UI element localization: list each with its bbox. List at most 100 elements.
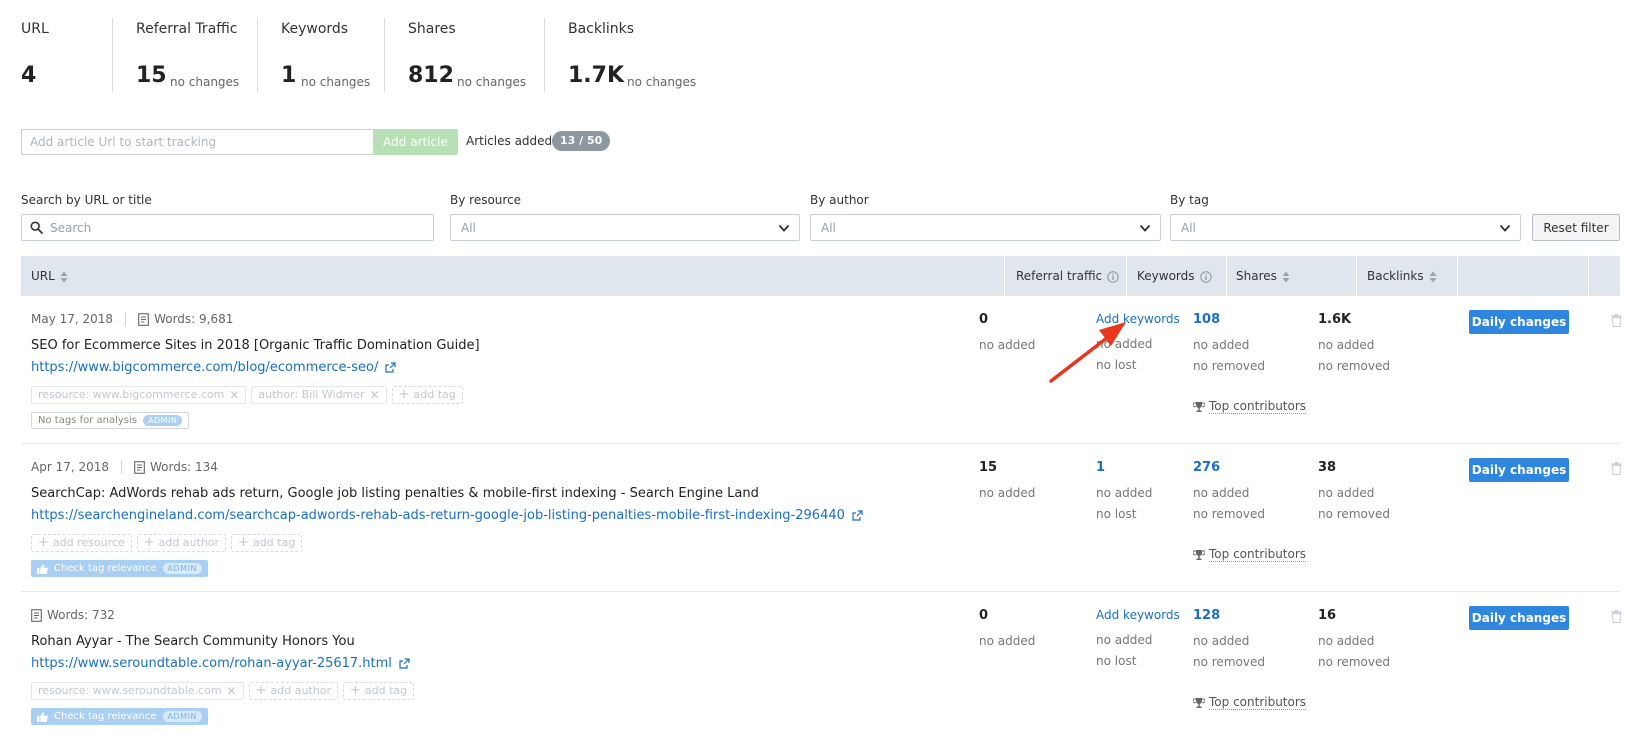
column-divider (1457, 256, 1458, 296)
analysis-label: No tags for analysis (38, 415, 137, 426)
add-keywords-link[interactable]: Add keywords (1096, 312, 1180, 326)
referral-traffic-value: 0 (979, 312, 989, 327)
author-tag[interactable]: author: Bill Widmer ✕ (251, 386, 387, 404)
articles-added-label: Articles added: (466, 134, 557, 148)
article-url-link[interactable]: https://www.bigcommerce.com/blog/ecommer… (31, 360, 396, 375)
add-tag-button[interactable]: + add tag (231, 534, 303, 552)
stat-keywords: Keywords 1 no changes (257, 18, 384, 92)
stat-change: no changes (627, 75, 697, 89)
column-header-label: Backlinks (1367, 269, 1424, 283)
daily-changes-button[interactable]: Daily changes (1469, 606, 1569, 630)
tag-filter-label: By tag (1170, 193, 1209, 207)
add-resource-label: add resource (52, 536, 125, 549)
stat-value: 15 (136, 63, 167, 88)
search-input[interactable]: Search (21, 214, 434, 241)
keywords-added: no added (1096, 337, 1153, 351)
daily-changes-button[interactable]: Daily changes (1469, 458, 1569, 482)
backlinks-added: no added (1318, 338, 1375, 352)
article-url-text: https://searchengineland.com/searchcap-a… (31, 508, 845, 523)
top-contributors-link[interactable]: Top contributors (1193, 399, 1307, 414)
add-article-button[interactable]: Add article (373, 129, 458, 155)
document-icon (138, 312, 149, 326)
check-tag-relevance-button[interactable]: Check tag relevance ADMIN (31, 560, 208, 577)
article-date: Apr 17, 2018 (31, 460, 110, 474)
article-tags: + add resource + add author + add tag (31, 534, 303, 552)
stat-change: no changes (457, 75, 527, 89)
stat-url: URL 4 (21, 18, 112, 92)
resource-tag[interactable]: resource: www.bigcommerce.com ✕ (31, 386, 247, 404)
plus-icon: + (38, 535, 49, 550)
stat-change: no changes (301, 75, 371, 89)
summary-stats: URL 4 Referral Traffic 15 no changes Key… (21, 18, 704, 92)
resource-select[interactable]: All (450, 214, 800, 241)
article-url-link[interactable]: https://searchengineland.com/searchcap-a… (31, 508, 863, 523)
stat-label: Shares (408, 21, 456, 37)
top-contributors-link[interactable]: Top contributors (1193, 695, 1307, 710)
add-resource-button[interactable]: + add resource (31, 534, 132, 552)
keywords-value-link[interactable]: 1 (1096, 460, 1105, 475)
stat-backlinks: Backlinks 1.7K no changes (544, 18, 704, 92)
top-contributors-link[interactable]: Top contributors (1193, 547, 1307, 562)
document-icon (31, 608, 42, 622)
daily-changes-button[interactable]: Daily changes (1469, 310, 1569, 334)
add-author-button[interactable]: + add author (248, 682, 338, 700)
remove-tag-icon[interactable]: ✕ (229, 387, 239, 403)
backlinks-added: no added (1318, 486, 1375, 500)
referral-traffic-value: 0 (979, 608, 989, 623)
trash-icon[interactable] (1611, 462, 1622, 475)
column-header-label: URL (31, 269, 55, 283)
check-tag-relevance-label: Check tag relevance (54, 563, 157, 574)
trash-icon[interactable] (1611, 610, 1622, 623)
article-url-link[interactable]: https://www.seroundtable.com/rohan-ayyar… (31, 656, 410, 671)
check-tag-relevance-label: Check tag relevance (54, 711, 157, 722)
author-select[interactable]: All (810, 214, 1161, 241)
add-keywords-link[interactable]: Add keywords (1096, 608, 1180, 622)
tag-select[interactable]: All (1170, 214, 1521, 241)
trash-icon[interactable] (1611, 314, 1622, 327)
backlinks-value: 16 (1318, 608, 1337, 623)
stat-label: Keywords (281, 21, 349, 37)
add-tag-label: add tag (413, 388, 456, 401)
article-url-input[interactable] (21, 129, 374, 155)
add-author-button[interactable]: + add author (136, 534, 227, 552)
add-tag-button[interactable]: + add tag (342, 682, 415, 700)
resource-tag[interactable]: resource: www.seroundtable.com ✕ (31, 682, 244, 700)
check-tag-relevance-button[interactable]: Check tag relevance ADMIN (31, 708, 208, 725)
sort-icon (1282, 271, 1290, 282)
article-word-count: Words: 134 (150, 460, 218, 474)
shares-removed: no removed (1193, 655, 1265, 669)
shares-removed: no removed (1193, 359, 1265, 373)
column-header-label: Keywords (1137, 269, 1195, 283)
trophy-icon (1193, 401, 1205, 412)
article-url-text: https://www.bigcommerce.com/blog/ecommer… (31, 360, 379, 375)
reset-filter-button[interactable]: Reset filter (1532, 214, 1620, 241)
shares-value-link[interactable]: 128 (1193, 608, 1220, 623)
column-header-backlinks[interactable]: Backlinks (1367, 256, 1437, 296)
column-header-url[interactable]: URL (31, 256, 68, 296)
plus-icon: + (238, 535, 249, 550)
remove-tag-icon[interactable]: ✕ (370, 387, 380, 403)
admin-badge: ADMIN (162, 563, 202, 574)
search-filter-label: Search by URL or title (21, 193, 152, 207)
admin-badge: ADMIN (142, 415, 183, 426)
add-tag-label: add tag (364, 684, 408, 697)
keywords-added: no added (1096, 486, 1153, 500)
shares-value-link[interactable]: 108 (1193, 312, 1220, 327)
articles-added-badge: 13 / 50 (552, 131, 611, 151)
backlinks-removed: no removed (1318, 507, 1390, 521)
shares-value-link[interactable]: 276 (1193, 460, 1220, 475)
shares-removed: no removed (1193, 507, 1265, 521)
plus-icon: + (349, 683, 361, 698)
trophy-icon (1193, 697, 1205, 708)
external-link-icon (385, 362, 396, 373)
column-divider (1588, 256, 1589, 296)
resource-select-value: All (461, 221, 476, 235)
column-header-shares[interactable]: Shares (1236, 256, 1290, 296)
stat-label: Referral Traffic (136, 21, 238, 37)
info-icon (1199, 270, 1212, 283)
resource-tag-label: resource: www.seroundtable.com (38, 684, 222, 697)
column-header-label: Shares (1236, 269, 1277, 283)
add-tag-button[interactable]: + add tag (391, 386, 463, 404)
trophy-icon (1193, 549, 1205, 560)
remove-tag-icon[interactable]: ✕ (227, 683, 237, 699)
